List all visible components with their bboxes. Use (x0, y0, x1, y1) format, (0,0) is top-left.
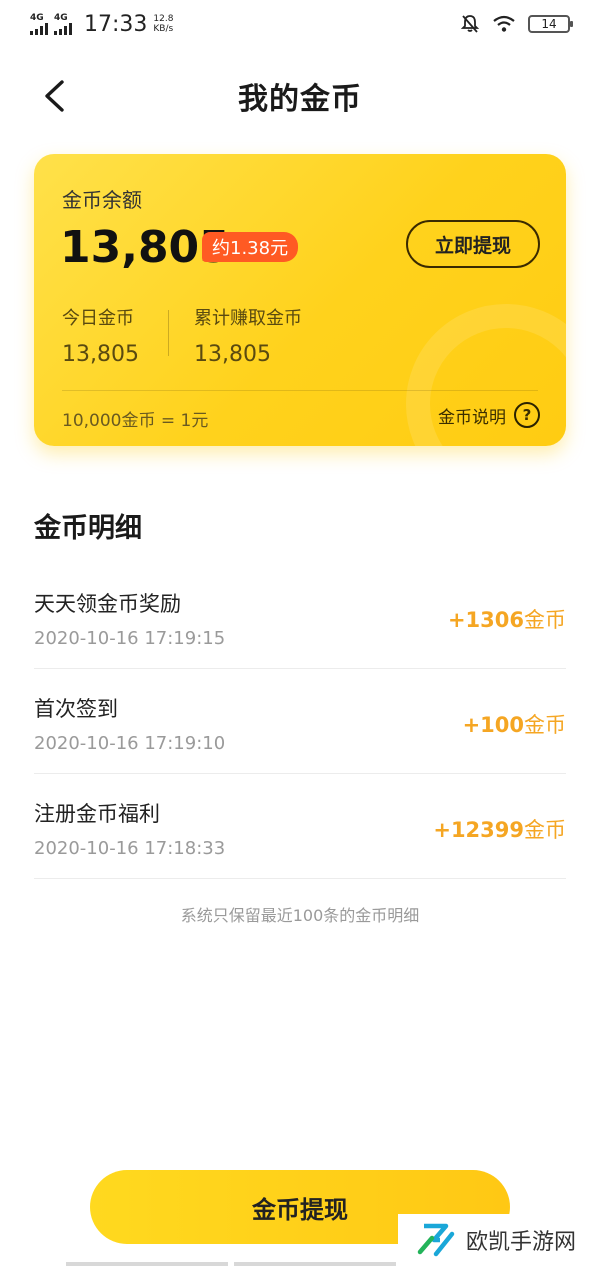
gesture-bar (66, 1262, 396, 1266)
coin-detail-list: 天天领金币奖励 2020-10-16 17:19:15 +1306金币 首次签到… (34, 564, 566, 879)
card-divider (62, 390, 538, 391)
item-name: 首次签到 (34, 697, 118, 721)
item-date: 2020-10-16 17:18:33 (34, 838, 226, 859)
speed-value: 12.8 (153, 14, 174, 24)
chevron-left-icon (45, 80, 64, 112)
approx-value-badge: 约1.38元 (202, 232, 299, 262)
item-name: 注册金币福利 (34, 802, 160, 826)
item-amount-value: +100 (462, 713, 524, 737)
status-right: 14 (460, 14, 573, 34)
signal-2: 4G (54, 12, 72, 35)
network-type-2: 4G (54, 12, 68, 23)
wifi-icon (493, 15, 515, 32)
header: 我的金币 (0, 60, 600, 132)
item-amount-value: +1306 (447, 608, 524, 632)
item-amount: +1306金币 (448, 604, 566, 634)
section-title: 金币明细 (34, 513, 142, 544)
status-time: 17:33 (84, 11, 148, 37)
coin-explain-link[interactable]: 金币说明 ? (438, 402, 540, 428)
speed-unit: KB/s (153, 24, 174, 34)
network-speed: 12.8 KB/s (153, 14, 173, 34)
stat-divider (168, 310, 169, 356)
balance-label: 金币余额 (62, 188, 142, 212)
signal-1: 4G (30, 12, 48, 35)
item-amount: +12399金币 (433, 814, 566, 844)
item-date: 2020-10-16 17:19:10 (34, 733, 226, 754)
item-amount: +100金币 (463, 709, 566, 739)
battery-icon: 14 (528, 15, 573, 33)
logo-icon (417, 1223, 455, 1257)
item-amount-value: +12399 (433, 818, 524, 842)
status-bar: 4G 4G 17:33 12.8 KB/s 14 (0, 0, 600, 48)
signal-bars-icon (54, 22, 72, 35)
item-amount-unit: 金币 (524, 713, 566, 737)
coin-explain-label: 金币说明 (438, 407, 506, 428)
list-item: 首次签到 2020-10-16 17:19:10 +100金币 (34, 669, 566, 774)
withdraw-now-button[interactable]: 立即提现 (406, 220, 540, 268)
signal-bars-icon (30, 22, 48, 35)
network-type-1: 4G (30, 12, 44, 23)
list-item: 天天领金币奖励 2020-10-16 17:19:15 +1306金币 (34, 564, 566, 669)
item-name: 天天领金币奖励 (34, 592, 181, 616)
question-icon: ? (514, 402, 540, 428)
exchange-rate: 10,000金币 = 1元 (62, 411, 209, 431)
back-button[interactable] (34, 76, 74, 116)
item-amount-unit: 金币 (524, 608, 566, 632)
total-coins-value: 13,805 (194, 342, 271, 367)
list-item: 注册金币福利 2020-10-16 17:18:33 +12399金币 (34, 774, 566, 879)
watermark: 欧凯手游网 (398, 1214, 600, 1266)
total-coins: 累计赚取金币 13,805 (194, 304, 302, 367)
balance-card: 金币余额 13,805 约1.38元 立即提现 今日金币 13,805 累计赚取… (34, 154, 566, 446)
watermark-text: 欧凯手游网 (466, 1230, 577, 1255)
today-coins: 今日金币 13,805 (62, 304, 139, 367)
today-coins-label: 今日金币 (62, 308, 134, 329)
retention-note: 系统只保留最近100条的金币明细 (180, 906, 420, 925)
item-amount-unit: 金币 (524, 818, 566, 842)
page-title: 我的金币 (238, 82, 362, 117)
bell-off-icon (460, 15, 480, 33)
item-date: 2020-10-16 17:19:15 (34, 628, 226, 649)
total-coins-label: 累计赚取金币 (194, 308, 302, 329)
today-coins-value: 13,805 (62, 342, 139, 367)
